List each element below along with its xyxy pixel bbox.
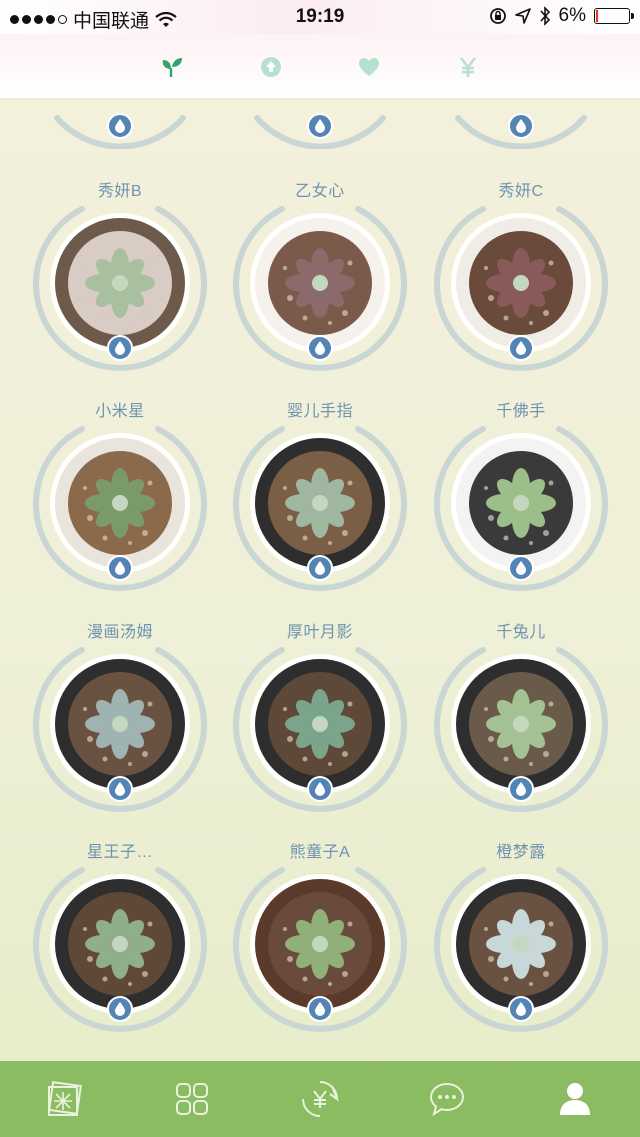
plant-card[interactable]: 婴儿手指 bbox=[220, 397, 420, 617]
photo-frame-icon bbox=[48, 1081, 82, 1116]
nav-categories[interactable] bbox=[172, 1079, 212, 1119]
sprout-icon bbox=[162, 58, 182, 77]
plant-card[interactable]: 乙女心 bbox=[220, 177, 420, 397]
bottom-nav bbox=[0, 1061, 640, 1137]
tab-upload[interactable] bbox=[256, 52, 286, 82]
water-button[interactable] bbox=[508, 996, 534, 1022]
plant-photo[interactable] bbox=[55, 218, 185, 348]
plant-photo[interactable] bbox=[55, 659, 185, 789]
plant-card[interactable]: 小米星 bbox=[20, 397, 220, 617]
plant-photo[interactable] bbox=[255, 218, 385, 348]
upload-icon bbox=[261, 57, 281, 77]
water-button[interactable] bbox=[307, 335, 333, 361]
water-button[interactable] bbox=[508, 555, 534, 581]
water-drop-icon bbox=[315, 119, 325, 133]
user-icon bbox=[560, 1083, 590, 1115]
heart-icon bbox=[359, 58, 379, 76]
plant-card[interactable]: 千兔儿 bbox=[421, 618, 621, 838]
chat-icon bbox=[429, 1082, 465, 1116]
water-button[interactable] bbox=[508, 113, 534, 139]
plant-photo[interactable] bbox=[255, 438, 385, 568]
nav-market[interactable] bbox=[300, 1079, 340, 1119]
water-drop-icon bbox=[315, 782, 325, 796]
plant-photo[interactable] bbox=[456, 879, 586, 1009]
plant-card[interactable]: 星王子… bbox=[20, 838, 220, 1058]
water-button[interactable] bbox=[107, 996, 133, 1022]
grid-icon bbox=[176, 1083, 208, 1115]
water-drop-icon bbox=[516, 1002, 526, 1016]
plant-card[interactable]: 厚叶月影 bbox=[220, 618, 420, 838]
water-button[interactable] bbox=[107, 113, 133, 139]
water-drop-icon bbox=[315, 1002, 325, 1016]
water-drop-icon bbox=[115, 561, 125, 575]
water-drop-icon bbox=[115, 782, 125, 796]
water-button[interactable] bbox=[307, 113, 333, 139]
yen-icon bbox=[459, 57, 477, 77]
plant-photo[interactable] bbox=[255, 879, 385, 1009]
plant-photo[interactable] bbox=[456, 659, 586, 789]
plant-card[interactable]: 千佛手 bbox=[421, 397, 621, 617]
plant-photo[interactable] bbox=[255, 659, 385, 789]
plant-photo[interactable] bbox=[456, 438, 586, 568]
water-button[interactable] bbox=[307, 996, 333, 1022]
water-button[interactable] bbox=[508, 335, 534, 361]
nav-messages[interactable] bbox=[427, 1079, 467, 1119]
water-button[interactable] bbox=[307, 776, 333, 802]
water-drop-icon bbox=[115, 1002, 125, 1016]
plant-card[interactable]: 秀妍C bbox=[421, 177, 621, 397]
plant-photo[interactable] bbox=[55, 879, 185, 1009]
water-drop-icon bbox=[516, 119, 526, 133]
water-button[interactable] bbox=[107, 776, 133, 802]
plant-card[interactable]: 漫画汤姆 bbox=[20, 618, 220, 838]
tab-favorites[interactable] bbox=[354, 52, 384, 82]
water-button[interactable] bbox=[508, 776, 534, 802]
top-tab-bar bbox=[0, 34, 640, 98]
plant-card[interactable]: 橙梦露 bbox=[421, 838, 621, 1058]
water-drop-icon bbox=[315, 561, 325, 575]
nav-gallery[interactable] bbox=[44, 1079, 84, 1119]
tab-price[interactable] bbox=[453, 52, 483, 82]
water-drop-icon bbox=[315, 341, 325, 355]
plant-photo[interactable] bbox=[456, 218, 586, 348]
water-button[interactable] bbox=[307, 555, 333, 581]
water-button[interactable] bbox=[107, 335, 133, 361]
water-drop-icon bbox=[516, 561, 526, 575]
water-drop-icon bbox=[516, 782, 526, 796]
nav-profile[interactable] bbox=[555, 1079, 595, 1119]
yen-cycle-icon bbox=[302, 1081, 339, 1117]
plant-card[interactable]: 熊童子A bbox=[220, 838, 420, 1058]
water-drop-icon bbox=[516, 341, 526, 355]
plant-card[interactable]: 秀妍B bbox=[20, 177, 220, 397]
water-button[interactable] bbox=[107, 555, 133, 581]
water-drop-icon bbox=[115, 341, 125, 355]
tab-sprout[interactable] bbox=[157, 52, 187, 82]
water-drop-icon bbox=[115, 119, 125, 133]
plant-photo[interactable] bbox=[55, 438, 185, 568]
